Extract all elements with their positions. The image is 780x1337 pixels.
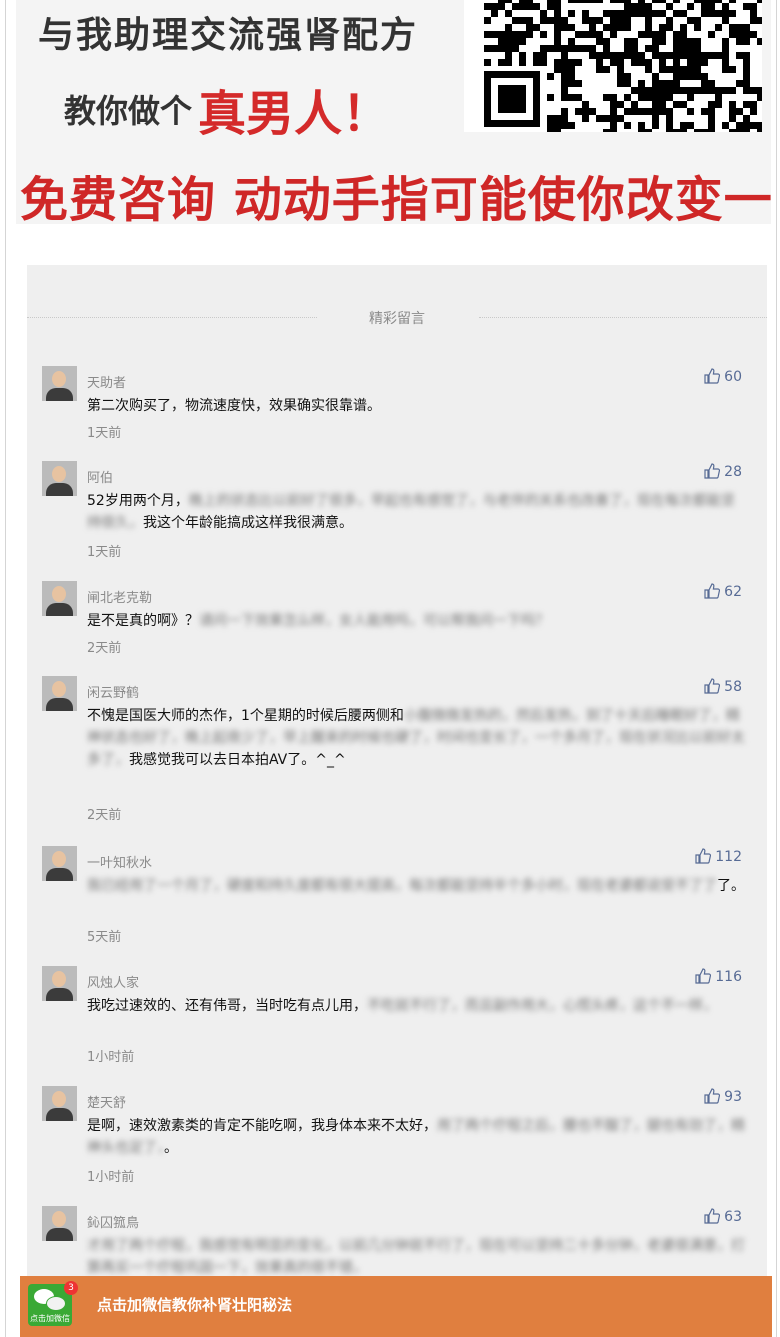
like-count: 112 — [715, 849, 742, 865]
page-frame: 与我助理交流强肾配方 教你做个 真男人！ 免费咨询 动动手指可能使你改变一生 精彩… — [5, 0, 777, 1337]
like-count: 116 — [715, 969, 742, 985]
banner-subline-highlight: 真男人！ — [198, 86, 391, 142]
comment-text-tail: 我这个年龄能搞成这样我很满意。 — [143, 515, 353, 531]
comment-nickname: 风烛人家 — [87, 976, 140, 991]
divider-left — [27, 317, 317, 318]
thumbs-up-icon — [704, 1088, 721, 1104]
wechat-icon-caption: 点击加微信 — [30, 1314, 70, 1323]
like-count: 58 — [724, 679, 742, 695]
comments-panel: 精彩留言 天助者 60 第二次购买了，物流速度快，效果确实很靠谱。 1天前 阿伯… — [27, 265, 767, 1337]
comment-text-visible: 第二次购买了，物流速度快，效果确实很靠谱。 — [87, 398, 381, 414]
like-button[interactable]: 28 — [704, 463, 742, 480]
like-button[interactable]: 93 — [704, 1088, 742, 1105]
like-count: 62 — [724, 584, 742, 600]
comment-text: 52岁用两个月，晚上的状态比以前好了很多，早起也有感觉了，与老伴的关系也改善了，… — [87, 490, 747, 534]
comment-text-tail: 了。 — [717, 878, 745, 894]
thumbs-up-icon — [704, 463, 721, 479]
avatar[interactable] — [42, 366, 77, 401]
like-button[interactable]: 116 — [695, 968, 742, 985]
comment-time: 5天前 — [87, 930, 122, 945]
comment-time: 1小时前 — [87, 1050, 135, 1065]
thumbs-up-icon — [704, 368, 721, 384]
comment-nickname: 闲云野鹤 — [87, 686, 140, 701]
thumbs-up-icon — [704, 678, 721, 694]
comment-text-visible: 是不是真的啊》？ — [87, 613, 199, 629]
add-wechat-cta[interactable]: 点击加微信教你补肾壮阳秘法 — [97, 1294, 292, 1315]
like-button[interactable]: 58 — [704, 678, 742, 695]
comment-text: 才用了两个疗程，我感觉有明显的变化，以前几分钟就不行了，现在可以坚持二十多分钟，… — [87, 1235, 747, 1279]
comment-text: 我吃过速效的、还有伟哥，当时吃有点儿用，不吃就不行了，而且副作用大，心慌头疼，这… — [87, 995, 747, 1017]
comment-text: 我已经用了一个月了，硬度和持久度都有很大提高，每次都能坚持半个多小时，现在老婆都… — [87, 875, 747, 897]
like-count: 60 — [724, 369, 742, 385]
like-button[interactable]: 60 — [704, 368, 742, 385]
comment-text-tail: 我感觉我可以去日本拍AV了。^_^ — [129, 752, 346, 768]
notification-badge: 3 — [64, 1281, 78, 1295]
comment-text: 是不是真的啊》？请问一下效果怎么样，女人能用吗，可以帮我问一下吗？ — [87, 610, 747, 632]
comment-nickname: 天助者 — [87, 376, 127, 391]
banner-subline: 教你做个 真男人！ — [64, 74, 390, 144]
avatar[interactable] — [42, 581, 77, 616]
thumbs-up-icon — [704, 1208, 721, 1224]
comment-text-tail: 。 — [164, 1140, 178, 1156]
comment-nickname: 楚天舒 — [87, 1096, 127, 1111]
avatar[interactable] — [42, 676, 77, 711]
comment-text-visible: 52岁用两个月， — [87, 493, 189, 509]
comment-text-visible: 我吃过速效的、还有伟哥，当时吃有点儿用， — [87, 998, 367, 1014]
banner-headline: 与我助理交流强肾配方 — [38, 15, 419, 56]
comment-nickname: 闸北老克勒 — [87, 591, 153, 606]
like-button[interactable]: 112 — [695, 848, 742, 865]
comment-time: 1天前 — [87, 545, 122, 560]
comment-text: 是啊，速效激素类的肯定不能吃啊，我身体本来不太好，用了两个疗程之后，腰也不酸了，… — [87, 1115, 747, 1159]
comment-text-blurred: 请问一下效果怎么样，女人能用吗，可以帮我问一下吗？ — [199, 613, 549, 629]
banner-subline-prefix: 教你做个 — [64, 92, 193, 130]
like-button[interactable]: 62 — [704, 583, 742, 600]
comment-text-blurred: 才用了两个疗程，我感觉有明显的变化，以前几分钟就不行了，现在可以坚持二十多分钟，… — [87, 1238, 745, 1276]
ad-banner[interactable]: 与我助理交流强肾配方 教你做个 真男人！ 免费咨询 动动手指可能使你改变一生 — [16, 0, 771, 224]
comment-text-blurred: 我已经用了一个月了，硬度和持久度都有很大提高，每次都能坚持半个多小时，现在老婆都… — [87, 878, 717, 894]
comment-time: 1天前 — [87, 426, 122, 441]
comment-text-blurred: 不吃就不行了，而且副作用大，心慌头疼，这个不一样， — [367, 998, 717, 1014]
like-count: 63 — [724, 1209, 742, 1225]
avatar[interactable] — [42, 846, 77, 881]
comment-nickname: 一叶知秋水 — [87, 856, 153, 871]
comment-time: 2天前 — [87, 641, 122, 656]
avatar[interactable] — [42, 461, 77, 496]
comment-time: 2天前 — [87, 808, 122, 823]
avatar[interactable] — [42, 966, 77, 1001]
wechat-icon[interactable]: 点击加微信 3 — [28, 1281, 78, 1326]
comment-nickname: 鈊囚箛鳥 — [87, 1216, 140, 1231]
comment-nickname: 阿伯 — [87, 471, 114, 486]
section-title-label: 精彩留言 — [369, 311, 425, 327]
like-button[interactable]: 63 — [704, 1208, 742, 1225]
comment-text: 第二次购买了，物流速度快，效果确实很靠谱。 — [87, 395, 747, 417]
comment-text-visible: 是啊，速效激素类的肯定不能吃啊，我身体本来不太好， — [87, 1118, 437, 1134]
thumbs-up-icon — [695, 968, 712, 984]
banner-callout: 免费咨询 动动手指可能使你改变一生 — [20, 172, 771, 224]
thumbs-up-icon — [704, 583, 721, 599]
comment-text: 不愧是国医大师的杰作，1个星期的时候后腰两侧和小腹微微发热的，然后发热，到了十天… — [87, 705, 747, 771]
like-count: 93 — [724, 1089, 742, 1105]
divider-right — [479, 317, 767, 318]
comment-text-visible: 不愧是国医大师的杰作，1个星期的时候后腰两侧和 — [87, 708, 404, 724]
add-wechat-bar[interactable]: 点击加微信 3 点击加微信教你补肾壮阳秘法 — [20, 1276, 772, 1337]
qr-code[interactable] — [464, 0, 762, 132]
comment-time: 1小时前 — [87, 1170, 135, 1185]
avatar[interactable] — [42, 1086, 77, 1121]
section-title: 精彩留言 — [27, 308, 767, 328]
avatar[interactable] — [42, 1206, 77, 1241]
like-count: 28 — [724, 464, 742, 480]
thumbs-up-icon — [695, 848, 712, 864]
